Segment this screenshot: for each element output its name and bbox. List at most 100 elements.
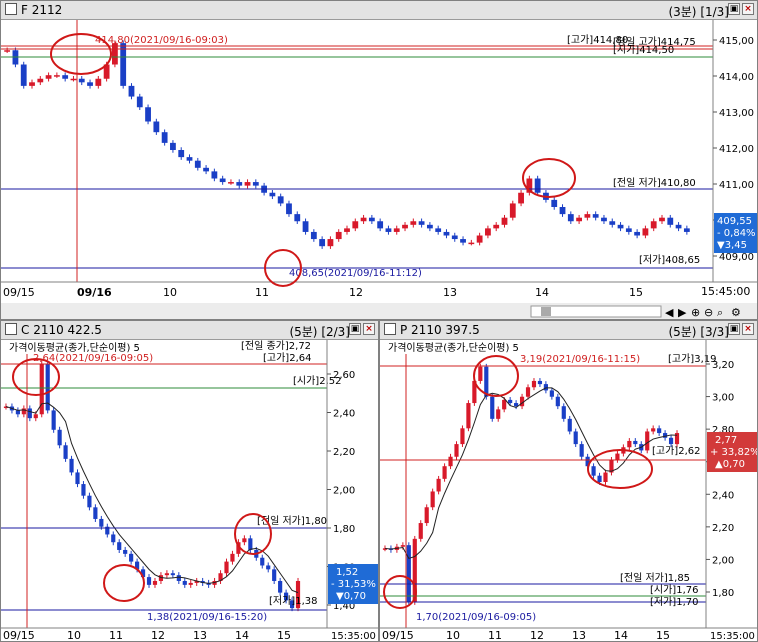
y-tick-label: 2,40 (333, 409, 355, 420)
search-icon[interactable]: ⌕ (717, 306, 723, 319)
candle (426, 224, 433, 229)
moving-average-line (5, 402, 299, 594)
candle (29, 82, 35, 86)
candle (659, 217, 665, 222)
candle (310, 231, 317, 240)
high-secondary-label: [고가]2,62 (652, 445, 700, 457)
candle (424, 507, 429, 524)
select-checkbox[interactable] (5, 323, 17, 335)
call-title: C 2110 422.5 (21, 323, 102, 337)
candle (460, 239, 466, 243)
futures-title-bar[interactable]: F 2112 (3분) [1/3] ▣ × (1, 1, 757, 20)
candle (555, 396, 560, 407)
candle (120, 43, 127, 86)
candle (152, 580, 158, 585)
candle (87, 82, 93, 86)
candle (45, 75, 52, 79)
candle (99, 518, 104, 527)
end-time: 15:45:00 (701, 285, 750, 298)
zoom-out-icon[interactable]: ⊖ (704, 306, 713, 319)
highlight-circle (103, 564, 145, 602)
change-percent: + 33,82% (710, 447, 757, 458)
moving-average-line (384, 387, 678, 560)
candle (352, 221, 359, 229)
candle (272, 569, 277, 581)
call-title-bar[interactable]: C 2110 422.5 (5분) [2/3] ▣ × (1, 321, 378, 340)
candle (651, 428, 656, 432)
change-value: ▼0,70 (336, 591, 366, 602)
candle (51, 410, 56, 430)
x-tick-label: 13 (443, 286, 457, 299)
interval-label: (3분) (668, 5, 697, 19)
interval-label: (5분) (289, 325, 318, 339)
candle (203, 167, 209, 172)
candle (485, 228, 491, 236)
candle (633, 440, 638, 445)
y-tick-label: 409,00 (719, 252, 754, 263)
y-tick-label: 1,80 (712, 588, 734, 599)
candle (591, 466, 596, 476)
candle (468, 242, 475, 245)
candle (81, 484, 86, 496)
close-icon[interactable]: × (742, 3, 754, 15)
min-annotation: 1,70(2021/09/16-09:05) (416, 612, 536, 623)
candle (490, 396, 495, 419)
candle (186, 157, 193, 161)
put-title-bar[interactable]: P 2110 397.5 (5분) [3/3] ▣ × (380, 321, 757, 340)
candle (294, 214, 301, 222)
candle (514, 403, 519, 407)
candle (78, 78, 85, 83)
scroll-right-icon[interactable]: ▶ (678, 306, 687, 319)
close-icon[interactable]: × (742, 323, 754, 335)
y-tick-label: 2,20 (333, 447, 355, 458)
put-chart[interactable]: 가격이동평균(종가,단순이평) 5 [고가]3,19 [고가]2,62 [전일 … (380, 340, 757, 642)
change-percent: - 0,84% (717, 228, 756, 239)
futures-chart[interactable]: 414,80(2021/09/16-09:03) 408,65(2021/09/… (1, 20, 757, 320)
candle (319, 239, 326, 247)
candle (178, 150, 185, 158)
candle (4, 50, 11, 52)
wrench-icon[interactable]: ⚙ (731, 306, 741, 319)
candle (534, 178, 541, 193)
y-tick-label: 415,00 (719, 36, 754, 47)
candle (170, 142, 176, 150)
candle (87, 495, 92, 508)
select-checkbox[interactable] (384, 323, 396, 335)
maximize-icon[interactable]: ▣ (728, 3, 740, 15)
x-tick-label: 14 (535, 286, 549, 299)
candle (75, 472, 80, 485)
highlight-circle (383, 575, 417, 609)
maximize-icon[interactable]: ▣ (349, 323, 361, 335)
scroll-left-icon[interactable]: ◀ (665, 306, 674, 319)
candle (136, 96, 143, 108)
price-badge: 1,52 - 31,53% ▼0,70 (328, 564, 378, 604)
candle (211, 171, 218, 179)
x-tick-label: 11 (488, 629, 502, 642)
close-icon[interactable]: × (363, 323, 375, 335)
current-price: 2,77 (715, 435, 737, 446)
x-tick-label: 13 (572, 629, 586, 642)
scrollbar-thumb[interactable] (541, 307, 551, 316)
candle (549, 390, 554, 397)
zoom-in-icon[interactable]: ⊕ (691, 306, 700, 319)
candle (454, 444, 459, 457)
select-checkbox[interactable] (5, 3, 17, 15)
candle (194, 160, 201, 168)
candle (393, 228, 400, 232)
candle (224, 561, 229, 574)
candle (33, 414, 38, 419)
candle (418, 221, 425, 225)
max-annotation: 414,80(2021/09/16-09:03) (95, 35, 228, 46)
maximize-icon[interactable]: ▣ (728, 323, 740, 335)
candle (501, 217, 508, 225)
min-annotation: 1,38(2021/09/16-15:20) (147, 612, 267, 623)
call-chart[interactable]: 가격이동평균(종가,단순이평) 5 [전일 종가]2,72 [고가]2,64 [… (1, 340, 378, 642)
y-tick-label: 412,00 (719, 144, 754, 155)
x-tick-label: 12 (530, 629, 544, 642)
x-tick-label: 09/15 (3, 629, 35, 642)
candle (327, 239, 334, 247)
x-tick-label: 10 (446, 629, 460, 642)
candle (508, 399, 513, 404)
prev-low-label: [전일 저가]410,80 (613, 177, 696, 189)
candle (609, 221, 616, 225)
